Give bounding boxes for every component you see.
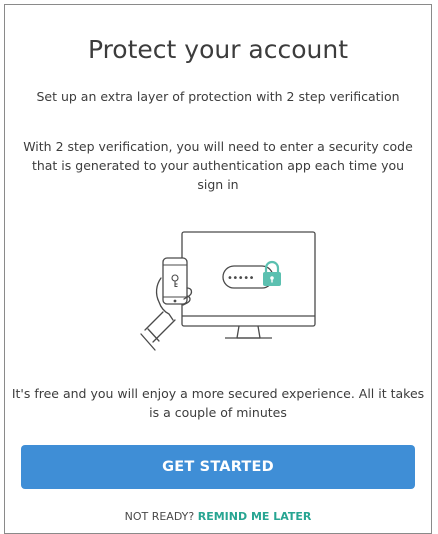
illustration: ••••• — [139, 230, 319, 360]
get-started-button[interactable]: GET STARTED — [21, 445, 415, 489]
dialog-footer-text: It's free and you will enjoy a more secu… — [11, 386, 425, 420]
not-ready-label: NOT READY? — [124, 510, 195, 523]
two-step-verification-dialog: Protect your account Set up an extra lay… — [4, 4, 432, 534]
phone-icon — [162, 257, 188, 305]
dialog-title: Protect your account — [87, 35, 349, 64]
dialog-description: With 2 step verification, you will need … — [23, 139, 413, 192]
dialog-subtitle: Set up an extra layer of protection with… — [36, 89, 400, 104]
remind-me-later-link[interactable]: REMIND ME LATER — [198, 510, 312, 523]
remind-later-row: NOT READY? REMIND ME LATER — [5, 510, 431, 524]
phone-monitor-icon: ••••• — [140, 231, 316, 351]
password-mask: ••••• — [227, 273, 254, 284]
